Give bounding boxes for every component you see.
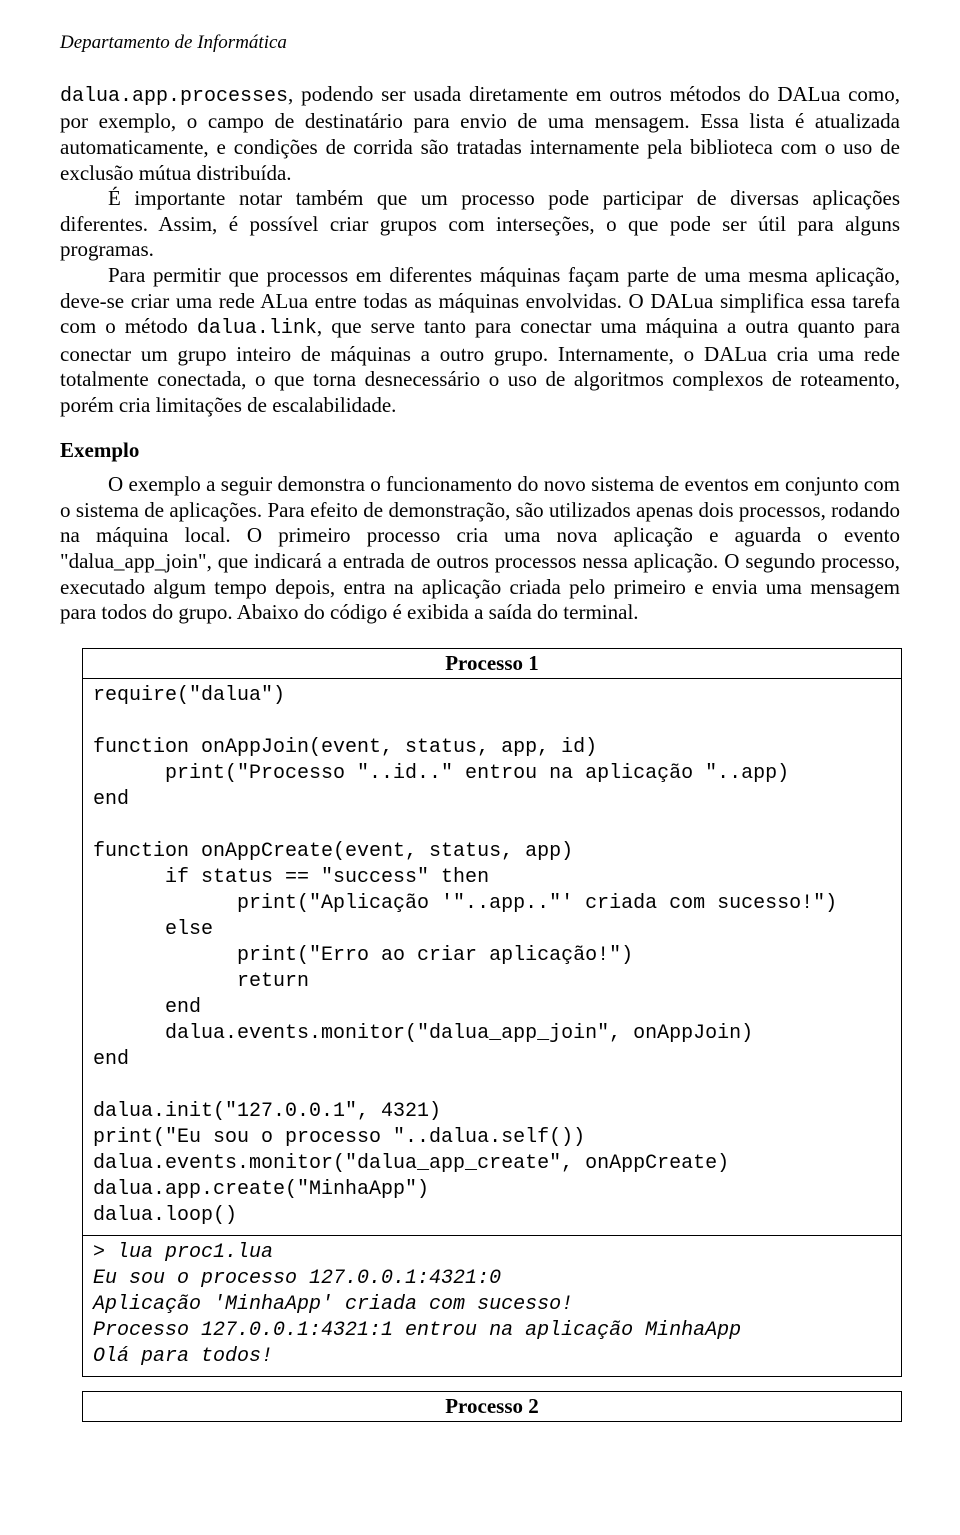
terminal-output-1: > lua proc1.lua Eu sou o processo 127.0.… xyxy=(83,1235,902,1376)
code-block-processo-2: Processo 2 xyxy=(82,1391,902,1422)
body-text: dalua.app.processes, podendo ser usada d… xyxy=(60,82,900,626)
code-block-title-2: Processo 2 xyxy=(83,1391,902,1421)
code-block-title-1: Processo 1 xyxy=(83,648,902,678)
page: Departamento de Informática dalua.app.pr… xyxy=(0,0,960,1462)
paragraph-3: Para permitir que processos em diferente… xyxy=(60,263,900,418)
code-block-processo-1: Processo 1 require("dalua") function onA… xyxy=(82,648,902,1377)
section-heading-exemplo: Exemplo xyxy=(60,438,900,464)
page-header: Departamento de Informática xyxy=(60,32,900,54)
inline-code: dalua.link xyxy=(197,317,317,340)
paragraph-2: É importante notar também que um process… xyxy=(60,186,900,263)
inline-code: dalua.app.processes xyxy=(60,85,288,108)
code-listing-1: require("dalua") function onAppJoin(even… xyxy=(83,678,902,1235)
paragraph-1: dalua.app.processes, podendo ser usada d… xyxy=(60,82,900,186)
paragraph-4: O exemplo a seguir demonstra o funcionam… xyxy=(60,472,900,626)
